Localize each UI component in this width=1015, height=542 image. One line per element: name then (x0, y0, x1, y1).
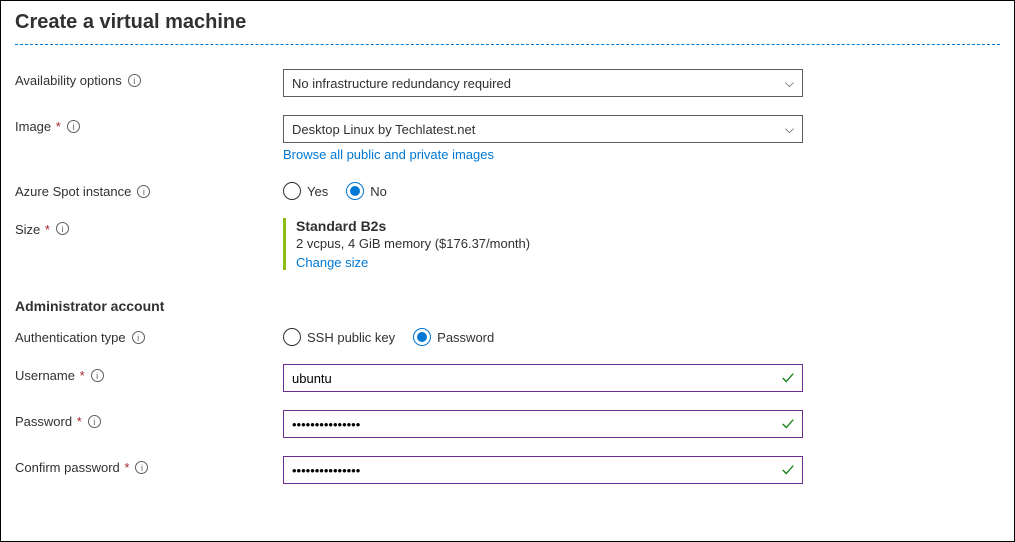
field-password: Password * i (15, 410, 1000, 438)
info-icon[interactable]: i (135, 461, 148, 474)
radio-auth-password-label: Password (437, 330, 494, 345)
info-icon[interactable]: i (128, 74, 141, 87)
required-marker: * (121, 460, 130, 475)
radio-icon (346, 182, 364, 200)
dropdown-image-value: Desktop Linux by Techlatest.net (292, 122, 475, 137)
info-icon[interactable]: i (132, 331, 145, 344)
label-confirm-password: Confirm password (15, 460, 120, 475)
radio-icon (413, 328, 431, 346)
link-change-size[interactable]: Change size (296, 255, 368, 270)
info-icon[interactable]: i (88, 415, 101, 428)
info-icon[interactable]: i (67, 120, 80, 133)
label-password: Password (15, 414, 72, 429)
required-marker: * (41, 222, 50, 237)
required-marker: * (76, 368, 85, 383)
check-icon (781, 417, 795, 431)
size-box: Standard B2s 2 vcpus, 4 GiB memory ($176… (283, 218, 803, 270)
info-icon[interactable]: i (137, 185, 150, 198)
size-desc: 2 vcpus, 4 GiB memory ($176.37/month) (296, 236, 803, 251)
required-marker: * (52, 119, 61, 134)
label-availability: Availability options (15, 73, 122, 88)
radio-auth-password[interactable]: Password (413, 328, 494, 346)
label-username: Username (15, 368, 75, 383)
radio-spot-yes[interactable]: Yes (283, 182, 328, 200)
radio-spot-no[interactable]: No (346, 182, 387, 200)
field-size: Size * i Standard B2s 2 vcpus, 4 GiB mem… (15, 218, 1000, 270)
radio-spot-no-label: No (370, 184, 387, 199)
field-image: Image * i Desktop Linux by Techlatest.ne… (15, 115, 1000, 162)
label-size: Size (15, 222, 40, 237)
label-auth-type: Authentication type (15, 330, 126, 345)
dropdown-image[interactable]: Desktop Linux by Techlatest.net ⌵ (283, 115, 803, 143)
chevron-down-icon: ⌵ (785, 122, 794, 137)
size-name: Standard B2s (296, 218, 803, 234)
field-spot-instance: Azure Spot instance i Yes No (15, 180, 1000, 200)
label-spot: Azure Spot instance (15, 184, 131, 199)
required-marker: * (73, 414, 82, 429)
input-username[interactable] (283, 364, 803, 392)
input-confirm-password[interactable] (283, 456, 803, 484)
check-icon (781, 371, 795, 385)
radio-auth-ssh-label: SSH public key (307, 330, 395, 345)
radio-icon (283, 182, 301, 200)
field-username: Username * i (15, 364, 1000, 392)
radio-auth-ssh[interactable]: SSH public key (283, 328, 395, 346)
link-browse-images[interactable]: Browse all public and private images (283, 147, 494, 162)
field-auth-type: Authentication type i SSH public key Pas… (15, 326, 1000, 346)
divider (15, 44, 1000, 45)
dropdown-availability-value: No infrastructure redundancy required (292, 76, 511, 91)
field-confirm-password: Confirm password * i (15, 456, 1000, 484)
info-icon[interactable]: i (56, 222, 69, 235)
field-availability: Availability options i No infrastructure… (15, 69, 1000, 97)
check-icon (781, 463, 795, 477)
info-icon[interactable]: i (91, 369, 104, 382)
label-image: Image (15, 119, 51, 134)
radio-icon (283, 328, 301, 346)
chevron-down-icon: ⌵ (785, 76, 794, 91)
page-title: Create a virtual machine (15, 1, 1000, 44)
dropdown-availability[interactable]: No infrastructure redundancy required ⌵ (283, 69, 803, 97)
radio-spot-yes-label: Yes (307, 184, 328, 199)
input-password[interactable] (283, 410, 803, 438)
section-admin-account: Administrator account (15, 298, 1000, 314)
